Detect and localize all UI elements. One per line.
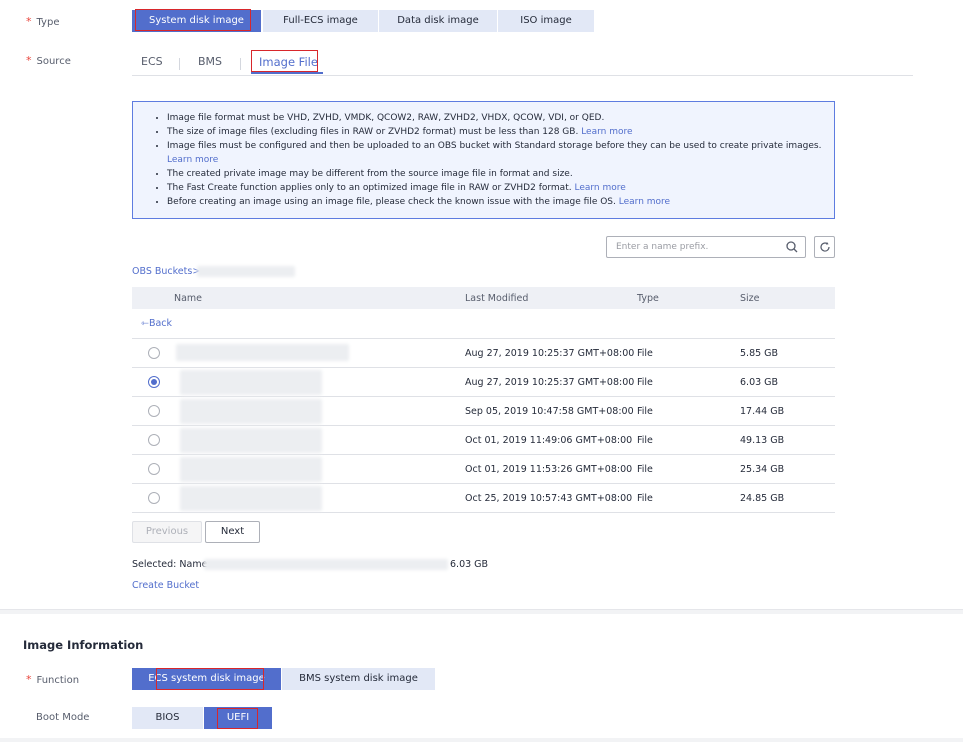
radio-button[interactable]	[148, 434, 160, 446]
redacted-file-name	[180, 370, 322, 395]
active-tab-underline	[251, 72, 323, 74]
radio-button[interactable]	[148, 405, 160, 417]
back-link[interactable]: ⇽Back	[141, 318, 172, 329]
cell-type: File	[637, 435, 653, 446]
tab-image-file[interactable]: Image File	[259, 55, 318, 69]
learn-more-link[interactable]: Learn more	[619, 197, 670, 207]
selected-file-size: 6.03 GB	[450, 559, 489, 570]
radio-button[interactable]	[148, 463, 160, 475]
tab-bms[interactable]: BMS	[198, 55, 222, 68]
column-header-type[interactable]: Type	[637, 293, 659, 304]
info-notes-box: Image file format must be VHD, ZVHD, VMD…	[132, 101, 835, 219]
cell-size: 6.03 GB	[740, 377, 779, 388]
boot-mode-option-uefi[interactable]: UEFI	[204, 707, 272, 729]
type-option-data-disk[interactable]: Data disk image	[379, 10, 497, 32]
learn-more-link[interactable]: Learn more	[581, 127, 632, 137]
info-note: Image files must be configured and then …	[167, 139, 824, 167]
info-note: Image file format must be VHD, ZVHD, VMD…	[167, 111, 824, 125]
radio-button[interactable]	[148, 492, 160, 504]
tab-ecs[interactable]: ECS	[141, 55, 163, 68]
tab-separator	[179, 58, 180, 70]
section-divider	[0, 609, 963, 614]
table-row[interactable]: Oct 01, 2019 11:53:26 GMT+08:00 File 25.…	[132, 455, 835, 484]
learn-more-link[interactable]: Learn more	[167, 155, 218, 165]
table-row[interactable]: Oct 25, 2019 10:57:43 GMT+08:00 File 24.…	[132, 484, 835, 513]
info-note: The created private image may be differe…	[167, 167, 824, 181]
column-header-last-modified[interactable]: Last Modified	[465, 293, 528, 304]
info-note: Before creating an image using an image …	[167, 195, 824, 209]
refresh-icon	[820, 242, 830, 252]
cell-size: 17.44 GB	[740, 406, 785, 417]
cell-size: 24.85 GB	[740, 493, 785, 504]
back-row: ⇽Back	[132, 309, 835, 339]
type-option-iso[interactable]: ISO image	[498, 10, 594, 32]
type-option-system-disk[interactable]: System disk image	[132, 10, 261, 32]
cell-last-modified: Aug 27, 2019 10:25:37 GMT+08:00	[465, 348, 635, 359]
function-label: * Function	[26, 673, 80, 686]
cell-size: 5.85 GB	[740, 348, 779, 359]
redacted-file-name	[180, 428, 322, 453]
search-icon[interactable]	[786, 241, 798, 253]
cell-last-modified: Oct 25, 2019 10:57:43 GMT+08:00	[465, 493, 633, 504]
table-row[interactable]: Sep 05, 2019 10:47:58 GMT+08:00 File 17.…	[132, 397, 835, 426]
redacted-file-name	[180, 399, 322, 424]
back-arrow-icon: ⇽	[141, 318, 149, 329]
cell-type: File	[637, 493, 653, 504]
info-note: The size of image files (excluding files…	[167, 125, 824, 139]
selected-file-label: Selected: Name:	[132, 559, 211, 570]
radio-button[interactable]	[148, 347, 160, 359]
type-option-full-ecs[interactable]: Full-ECS image	[263, 10, 378, 32]
redacted-file-name	[176, 344, 349, 361]
info-notes-list: Image file format must be VHD, ZVHD, VMD…	[153, 111, 824, 209]
redacted-selected-name	[204, 559, 448, 570]
learn-more-link[interactable]: Learn more	[574, 183, 625, 193]
table-row[interactable]: Oct 01, 2019 11:49:06 GMT+08:00 File 49.…	[132, 426, 835, 455]
boot-mode-label: Boot Mode	[36, 712, 90, 723]
tab-bar-divider	[132, 75, 913, 76]
table-header: Name Last Modified Type Size	[132, 287, 835, 309]
tab-separator	[240, 58, 241, 70]
redacted-file-name	[180, 486, 322, 511]
search-input[interactable]: Enter a name prefix.	[606, 236, 806, 258]
previous-page-button[interactable]: Previous	[132, 521, 202, 543]
source-label: * Source	[26, 54, 71, 67]
next-page-button[interactable]: Next	[205, 521, 260, 543]
radio-button[interactable]	[148, 376, 160, 388]
cell-type: File	[637, 406, 653, 417]
refresh-button[interactable]	[814, 236, 835, 258]
cell-last-modified: Sep 05, 2019 10:47:58 GMT+08:00	[465, 406, 634, 417]
function-option-ecs[interactable]: ECS system disk image	[132, 668, 281, 690]
redacted-file-name	[180, 457, 322, 482]
cell-type: File	[637, 464, 653, 475]
cell-type: File	[637, 377, 653, 388]
column-header-size[interactable]: Size	[740, 293, 760, 304]
cell-type: File	[637, 348, 653, 359]
type-label: * Type	[26, 15, 60, 28]
info-note: The Fast Create function applies only to…	[167, 181, 824, 195]
column-header-name[interactable]: Name	[174, 293, 202, 304]
boot-mode-option-bios[interactable]: BIOS	[132, 707, 203, 729]
cell-last-modified: Aug 27, 2019 10:25:37 GMT+08:00	[465, 377, 635, 388]
cell-last-modified: Oct 01, 2019 11:53:26 GMT+08:00	[465, 464, 633, 475]
breadcrumb-obs-buckets[interactable]: OBS Buckets>	[132, 266, 200, 277]
table-row[interactable]: Aug 27, 2019 10:25:37 GMT+08:00 File 6.0…	[132, 368, 835, 397]
cell-last-modified: Oct 01, 2019 11:49:06 GMT+08:00	[465, 435, 633, 446]
image-information-title: Image Information	[23, 638, 144, 652]
function-option-bms[interactable]: BMS system disk image	[282, 668, 435, 690]
cell-size: 49.13 GB	[740, 435, 785, 446]
bottom-divider	[0, 738, 963, 742]
create-bucket-link[interactable]: Create Bucket	[132, 580, 199, 591]
table-row[interactable]: Aug 27, 2019 10:25:37 GMT+08:00 File 5.8…	[132, 339, 835, 368]
cell-size: 25.34 GB	[740, 464, 785, 475]
redacted-bucket-name	[197, 266, 295, 277]
